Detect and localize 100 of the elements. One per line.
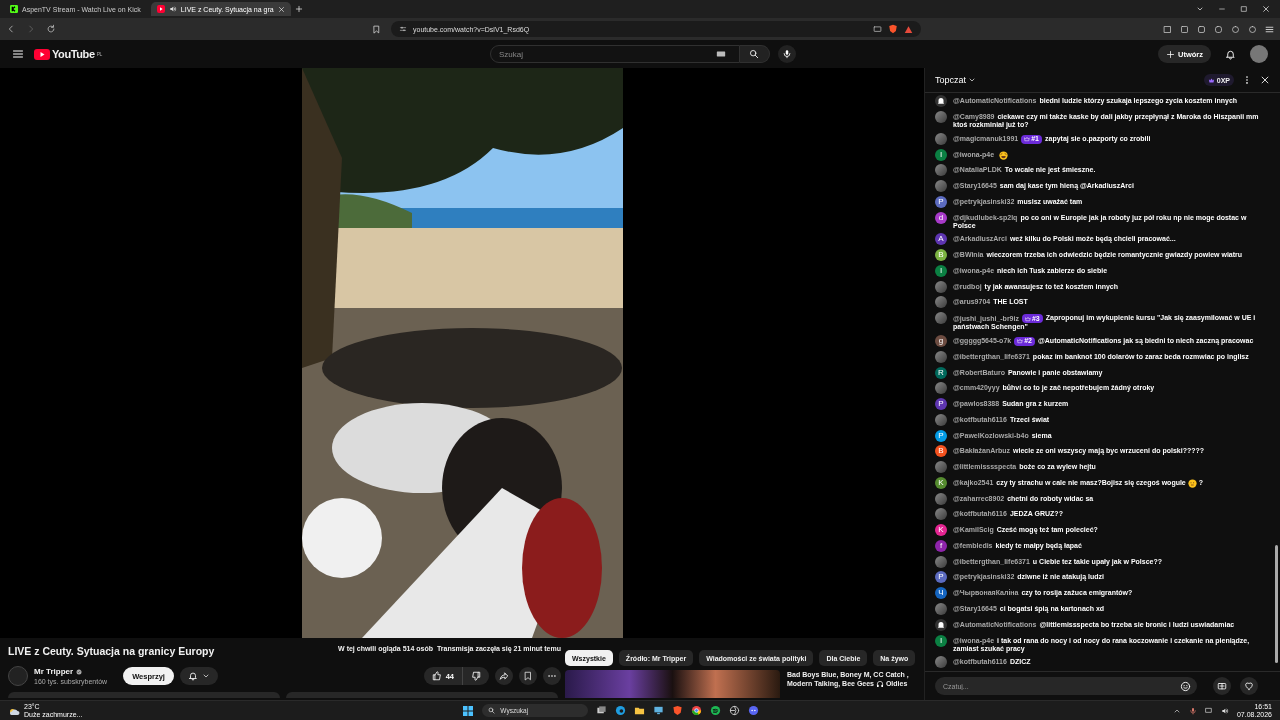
reload-icon[interactable]	[46, 24, 56, 34]
user-avatar	[935, 132, 947, 145]
video-title: LIVE z Ceuty. Sytuacja na granicy Europy	[8, 645, 215, 657]
user-avatar	[935, 280, 947, 293]
user-avatar	[935, 164, 947, 177]
headphones-icon	[875, 680, 884, 689]
crown-icon	[1024, 315, 1031, 322]
user-avatar: B	[935, 249, 947, 262]
thinking-face-icon	[1187, 478, 1197, 488]
scrollbar-thumb[interactable]	[1274, 545, 1278, 663]
user-avatar	[935, 296, 947, 309]
bookmark-icon	[523, 671, 533, 681]
bell-avatar-icon	[935, 618, 947, 631]
chrome-icon[interactable]	[691, 705, 703, 716]
user-avatar: f	[935, 539, 947, 552]
user-avatar	[935, 382, 947, 395]
thumbs-down-icon	[471, 671, 481, 681]
user-avatar: I	[935, 264, 947, 277]
maximize-icon[interactable]	[1240, 5, 1248, 13]
video-thumbnail[interactable]	[565, 670, 780, 698]
user-avatar	[935, 508, 947, 521]
user-avatar	[935, 111, 947, 124]
user-avatar	[935, 461, 947, 474]
close-icon[interactable]	[1262, 5, 1270, 13]
discord-icon[interactable]	[748, 705, 760, 716]
user-avatar: I	[935, 634, 947, 647]
notifications-button[interactable]	[179, 667, 218, 685]
chevron-down-icon[interactable]	[1196, 5, 1204, 13]
user-avatar: B	[935, 445, 947, 458]
gift-icon	[1217, 681, 1227, 691]
more-button[interactable]	[543, 667, 561, 685]
share-button[interactable]	[495, 667, 513, 685]
new-tab-icon[interactable]	[294, 5, 303, 13]
task-view-icon[interactable]	[596, 705, 608, 716]
user-avatar: Ч	[935, 587, 947, 600]
channel-name[interactable]: Mr Tripper	[34, 667, 74, 676]
user-avatar: P	[935, 571, 947, 584]
thumbs-up-icon	[431, 671, 442, 681]
microphone-button[interactable]	[777, 45, 796, 63]
save-button[interactable]	[519, 667, 537, 685]
user-avatar	[935, 555, 947, 568]
bookmark-icon[interactable]	[372, 24, 381, 34]
heart-icon	[1244, 681, 1254, 691]
chevron-down-icon	[968, 76, 977, 84]
laughing-face-icon	[999, 150, 1009, 160]
spotify-icon[interactable]	[710, 705, 722, 716]
edge-icon[interactable]	[615, 705, 627, 716]
microphone-icon[interactable]	[1188, 706, 1197, 715]
search-field[interactable]: Szukaj	[489, 45, 740, 63]
heart-button[interactable]	[1240, 677, 1258, 695]
youtube-logo-icon[interactable]	[34, 48, 50, 60]
search-icon	[749, 49, 760, 59]
bell-avatar-icon	[935, 95, 947, 108]
user-avatar: R	[935, 366, 947, 379]
user-avatar	[935, 413, 947, 426]
volume-icon[interactable]	[1220, 706, 1229, 715]
tab-favicon	[10, 5, 18, 13]
user-avatar: K	[935, 524, 947, 537]
minimize-icon[interactable]	[1218, 5, 1226, 13]
search-icon	[488, 707, 496, 714]
site-info-icon[interactable]	[399, 25, 407, 33]
user-avatar: P	[935, 195, 947, 208]
bell-icon	[187, 671, 198, 681]
tab-favicon	[156, 5, 165, 13]
dislike-button[interactable]	[463, 667, 489, 685]
user-avatar	[935, 312, 947, 325]
close-icon[interactable]	[1260, 75, 1270, 85]
gift-button[interactable]	[1213, 677, 1231, 695]
back-icon[interactable]	[6, 24, 16, 34]
user-avatar: A	[935, 233, 947, 246]
lion-shield-icon[interactable]	[672, 705, 684, 716]
user-avatar	[935, 492, 947, 505]
windows-start-icon[interactable]	[462, 704, 475, 717]
user-avatar	[935, 350, 947, 363]
warning-icon[interactable]	[904, 24, 913, 34]
folder-icon[interactable]	[634, 705, 646, 716]
user-avatar: P	[935, 429, 947, 442]
avatar[interactable]	[1250, 45, 1268, 63]
caret-icon	[201, 672, 210, 680]
monitor-icon[interactable]	[653, 705, 665, 716]
crown-icon	[1207, 76, 1215, 84]
user-avatar	[935, 603, 947, 615]
logo-text[interactable]: YouTube	[52, 48, 95, 60]
user-avatar	[935, 656, 947, 669]
user-avatar: I	[935, 148, 947, 161]
speaker-icon	[168, 5, 177, 13]
notifications-icon[interactable]	[1225, 48, 1236, 60]
user-avatar: K	[935, 476, 947, 489]
user-avatar: g	[935, 335, 947, 347]
menu-icon[interactable]	[1265, 24, 1274, 34]
plus-icon	[1166, 49, 1175, 59]
user-avatar: P	[935, 398, 947, 411]
crown-icon	[1017, 338, 1024, 345]
microphone-icon	[781, 49, 792, 59]
menu-icon[interactable]	[12, 48, 24, 60]
crown-icon	[1024, 136, 1031, 143]
aperture-icon[interactable]	[729, 705, 741, 716]
search-button[interactable]	[739, 45, 770, 63]
share-icon	[499, 671, 509, 681]
chat-mode-dropdown[interactable]: Topczat	[935, 75, 977, 85]
